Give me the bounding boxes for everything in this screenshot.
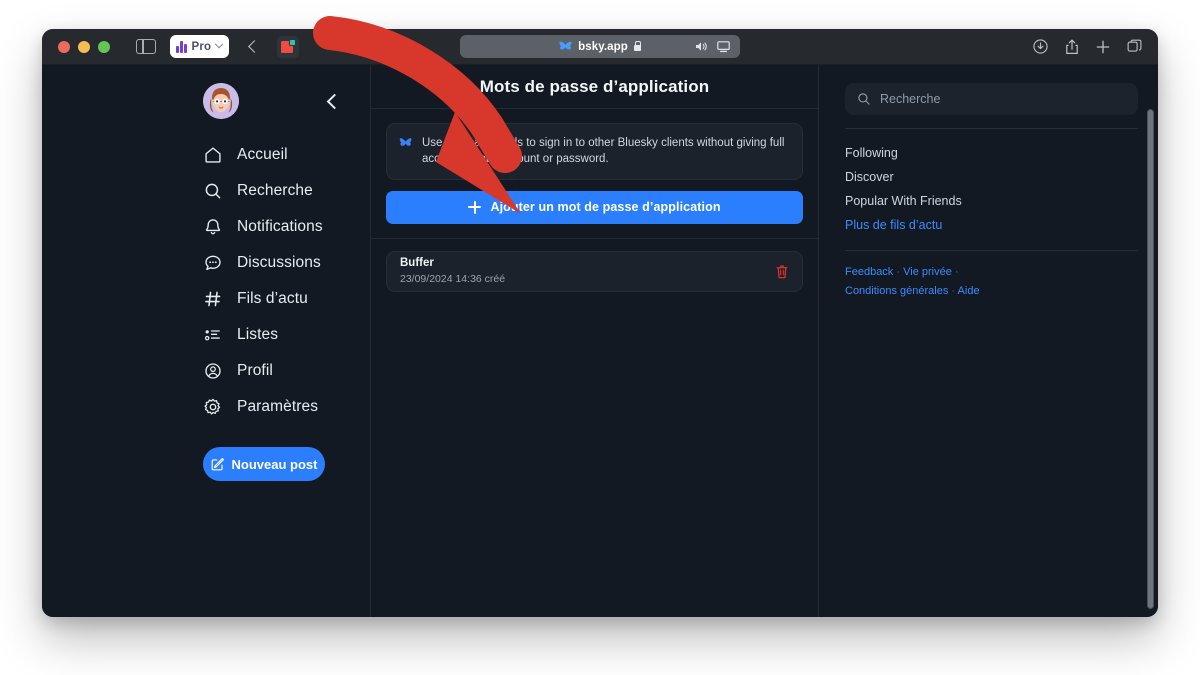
- feed-item-popular-with-friends[interactable]: Popular With Friends: [845, 189, 1138, 213]
- person-circle-icon: [205, 363, 221, 379]
- avatar-image: [203, 83, 239, 119]
- left-navigation: Accueil Recherche Notifications Discussi…: [42, 65, 371, 617]
- feed-item-following[interactable]: Following: [845, 141, 1138, 165]
- sidebar-item-label: Fils d’actu: [237, 290, 308, 307]
- sidebar-item-notifications[interactable]: Notifications: [203, 209, 370, 245]
- more-feeds-link[interactable]: Plus de fils d’actu: [845, 213, 1138, 237]
- sidebar-item-listes[interactable]: Listes: [203, 317, 370, 353]
- new-post-label: Nouveau post: [231, 456, 318, 472]
- search-input[interactable]: Recherche: [845, 83, 1138, 115]
- app-password-created: 23/09/2024 14:36 créé: [400, 272, 506, 285]
- screen-share-icon[interactable]: [717, 40, 730, 53]
- sidebar-item-label: Accueil: [237, 146, 288, 163]
- compose-icon: [211, 458, 224, 471]
- new-tab-icon[interactable]: [1096, 40, 1110, 54]
- add-app-password-button[interactable]: Ajouter un mot de passe d’application: [386, 190, 803, 224]
- scrollbar-thumb[interactable]: [1147, 109, 1154, 609]
- search-placeholder: Recherche: [880, 92, 941, 106]
- chevron-down-icon: [215, 39, 224, 48]
- add-app-password-label: Ajouter un mot de passe d’application: [490, 200, 721, 215]
- footer-link-privacy[interactable]: Vie privée: [903, 266, 952, 278]
- sidebar-item-label: Recherche: [237, 182, 313, 199]
- butterfly-icon: [399, 138, 412, 146]
- app-password-info: Buffer 23/09/2024 14:36 créé: [400, 256, 505, 286]
- plus-icon: [468, 200, 482, 214]
- sidebar-item-profil[interactable]: Profil: [203, 353, 370, 389]
- bar-chart-icon: [176, 40, 187, 53]
- footer-link-help[interactable]: Aide: [958, 285, 980, 297]
- sidebar-item-accueil[interactable]: Accueil: [203, 137, 370, 173]
- footer-separator: ·: [896, 266, 901, 278]
- page-scrollbar[interactable]: [1146, 109, 1155, 609]
- avatar-row: [42, 83, 370, 119]
- share-icon[interactable]: [1065, 39, 1079, 55]
- footer-separator: ·: [951, 284, 956, 297]
- footer-links: Feedback · Vie privée · Conditions génér…: [845, 251, 1138, 300]
- sidebar-item-fils-dactu[interactable]: Fils d’actu: [203, 281, 370, 317]
- feeds-list: Following Discover Popular With Friends …: [845, 129, 1138, 237]
- sidebar-item-discussions[interactable]: Discussions: [203, 245, 370, 281]
- sidebar-item-label: Listes: [237, 326, 279, 343]
- pro-badge-button[interactable]: Pro: [170, 35, 230, 58]
- download-icon[interactable]: [1033, 39, 1048, 54]
- home-icon: [205, 147, 221, 163]
- sidebar-toggle-icon[interactable]: [136, 39, 156, 54]
- hash-icon: [205, 291, 221, 307]
- new-post-button[interactable]: Nouveau post: [203, 447, 325, 481]
- trash-icon[interactable]: [775, 264, 789, 279]
- lock-icon: [633, 40, 642, 51]
- right-sidebar: Recherche Following Discover Popular Wit…: [819, 65, 1158, 617]
- sidebar-item-label: Notifications: [237, 218, 323, 235]
- tabs-icon[interactable]: [1127, 39, 1142, 54]
- footer-separator: ·: [954, 266, 959, 278]
- info-card: Use app passwords to sign in to other Bl…: [386, 123, 803, 180]
- zoom-window-button[interactable]: [98, 40, 110, 53]
- toolbar-right-icons: [1033, 39, 1142, 55]
- collapse-sidebar-button[interactable]: [324, 93, 340, 109]
- info-card-text: Use app passwords to sign in to other Bl…: [422, 137, 785, 166]
- address-bar[interactable]: bsky.app: [460, 35, 740, 58]
- pro-badge-label: Pro: [191, 40, 212, 53]
- panel-body: Use app passwords to sign in to other Bl…: [371, 109, 818, 292]
- divider: [371, 237, 818, 239]
- address-bar-url: bsky.app: [578, 40, 628, 53]
- app-logo-icon[interactable]: [277, 35, 300, 58]
- minimize-window-button[interactable]: [78, 40, 90, 53]
- speaker-icon[interactable]: [695, 41, 708, 52]
- browser-window: Pro bsky.app Accueil Recherche Notificat…: [42, 29, 1158, 617]
- nav-items: Accueil Recherche Notifications Discussi…: [42, 137, 370, 425]
- search-icon: [205, 183, 221, 199]
- sidebar-item-label: Profil: [237, 362, 273, 379]
- footer-link-terms[interactable]: Conditions générales: [845, 285, 948, 297]
- bluesky-app: Accueil Recherche Notifications Discussi…: [42, 65, 1158, 617]
- close-window-button[interactable]: [58, 40, 70, 53]
- feed-item-discover[interactable]: Discover: [845, 165, 1138, 189]
- list-icon: [204, 330, 220, 341]
- footer-link-feedback[interactable]: Feedback: [845, 266, 893, 278]
- window-controls[interactable]: [58, 40, 110, 53]
- sidebar-item-label: Discussions: [237, 254, 321, 271]
- sidebar-item-parametres[interactable]: Paramètres: [203, 389, 370, 425]
- gear-icon: [204, 398, 221, 415]
- panel-header: Mots de passe d’application: [371, 65, 818, 109]
- app-passwords-panel: Mots de passe d’application Use app pass…: [371, 65, 819, 617]
- sidebar-item-label: Paramètres: [237, 398, 319, 415]
- chat-icon: [205, 255, 221, 271]
- page-title: Mots de passe d’application: [479, 76, 710, 96]
- bell-icon: [205, 219, 221, 235]
- sidebar-item-recherche[interactable]: Recherche: [203, 173, 370, 209]
- browser-back-button[interactable]: [245, 39, 261, 55]
- app-password-name: Buffer: [400, 257, 434, 270]
- butterfly-icon: [559, 41, 572, 50]
- app-password-row[interactable]: Buffer 23/09/2024 14:36 créé: [386, 250, 803, 292]
- browser-titlebar: Pro bsky.app: [42, 29, 1158, 65]
- avatar[interactable]: [203, 83, 239, 119]
- search-icon: [858, 93, 870, 105]
